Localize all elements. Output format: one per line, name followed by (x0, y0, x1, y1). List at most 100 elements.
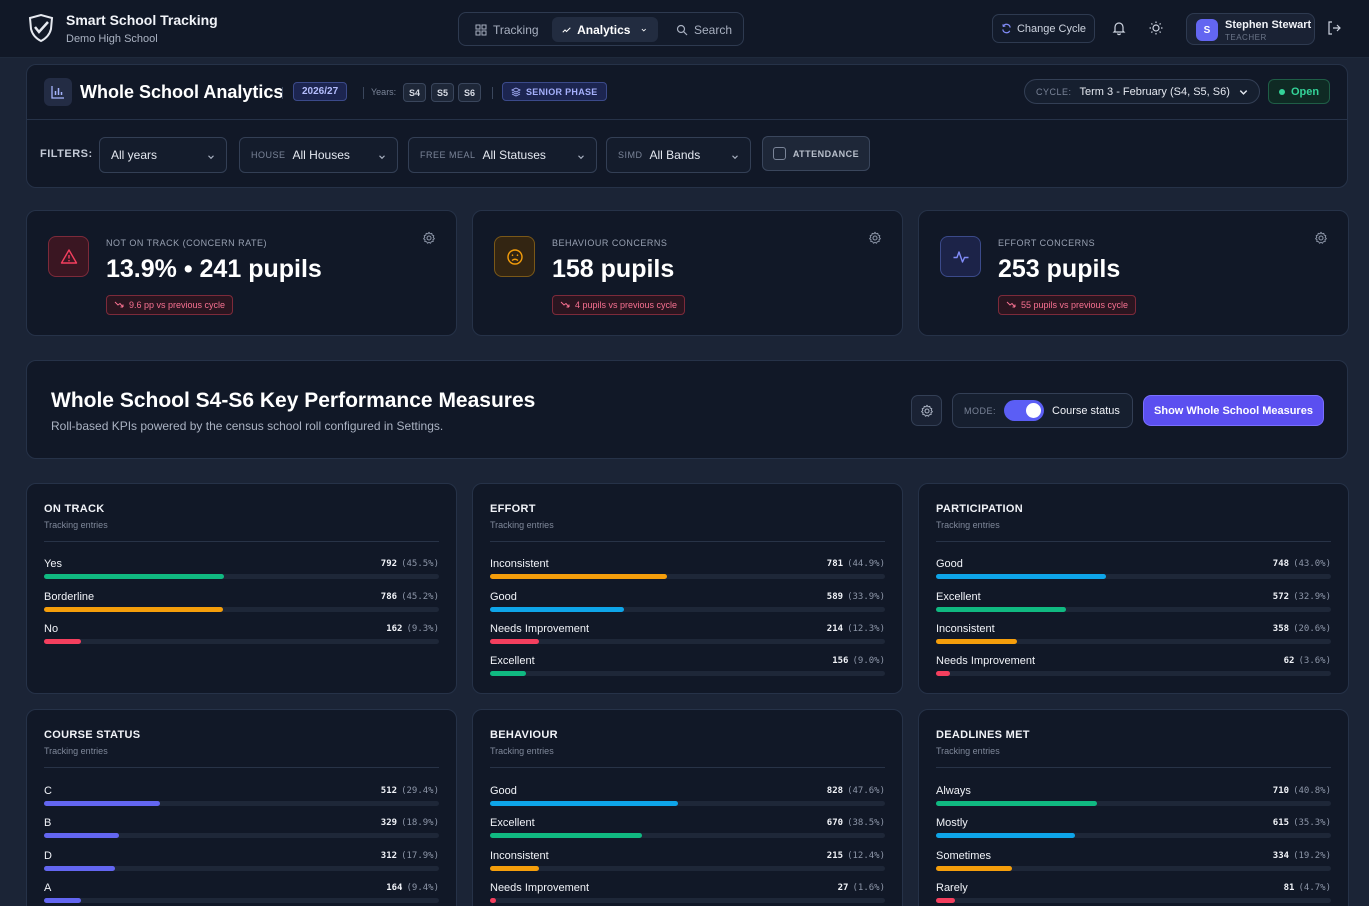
year-pill-s5[interactable]: S5 (431, 83, 454, 102)
measure-row-count: 589 (826, 592, 844, 602)
year-pill-s4[interactable]: S4 (403, 83, 426, 102)
measure-row-count: 786 (380, 592, 398, 602)
progress-track (936, 574, 1331, 579)
nav-analytics[interactable]: Analytics (552, 17, 658, 42)
measure-row-pct: (12.3%) (847, 624, 885, 634)
measure-row-count: 215 (826, 851, 844, 861)
progress-fill (936, 574, 1106, 579)
divider (44, 767, 439, 768)
divider (936, 541, 1331, 542)
progress-track (936, 639, 1331, 644)
measure-row: Needs Improvement 214 (12.3%) (490, 623, 885, 645)
change-cycle-button[interactable]: Change Cycle (992, 14, 1095, 43)
measure-row-value: 786 (45.2%) (381, 592, 439, 602)
free-meal-filter[interactable]: FREE MEAL All Statuses (408, 137, 597, 173)
mode-toggle[interactable] (1004, 400, 1045, 421)
progress-track (44, 574, 439, 579)
progress-track (936, 801, 1331, 806)
measure-row-value: 334 (19.2%) (1273, 851, 1331, 861)
measure-row-count: 710 (1272, 786, 1290, 796)
stat-label: EFFORT CONCERNS (998, 238, 1096, 248)
measure-row-label: Needs Improvement (936, 655, 1036, 667)
gear-icon[interactable] (868, 231, 882, 245)
measure-row-count: 62 (1283, 656, 1295, 666)
progress-track (44, 866, 439, 871)
divider (936, 767, 1331, 768)
measure-row: Excellent 670 (38.5%) (490, 817, 885, 839)
notifications-button[interactable] (1108, 17, 1130, 39)
measure-row-value: 215 (12.4%) (827, 851, 885, 861)
measure-row-pct: (33.9%) (847, 592, 885, 602)
measure-row-count: 214 (826, 624, 844, 634)
measure-subtitle: Tracking entries (44, 746, 108, 756)
change-cycle-label: Change Cycle (1016, 22, 1087, 35)
measure-title: ON TRACK (44, 503, 105, 515)
stat-card-not-on-track: NOT ON TRACK (CONCERN RATE) 13.9% • 241 … (26, 210, 457, 336)
measure-row-value: 572 (32.9%) (1273, 592, 1331, 602)
measure-row: Needs Improvement 27 (1.6%) (490, 882, 885, 904)
nav-tracking[interactable]: Tracking (465, 17, 549, 42)
measure-row-count: 792 (380, 559, 398, 569)
progress-fill (44, 607, 223, 612)
house-filter-key: HOUSE (251, 150, 286, 160)
attendance-checkbox[interactable] (772, 147, 786, 160)
measure-card: EFFORT Tracking entries Inconsistent 781 (44… (472, 483, 903, 694)
measure-row-label: C (44, 785, 52, 797)
theme-toggle-button[interactable] (1145, 17, 1167, 39)
measure-row-count: 81 (1283, 883, 1295, 893)
measure-row: Inconsistent 215 (12.4%) (490, 850, 885, 872)
divider (27, 119, 1347, 120)
progress-fill (490, 898, 497, 903)
cycle-value: Term 3 - February (S4, S5, S6) (1079, 85, 1230, 98)
attendance-toggle[interactable]: ATTENDANCE (762, 136, 870, 171)
progress-fill (490, 833, 643, 838)
kpi-settings-button[interactable] (911, 395, 942, 426)
progress-track (490, 574, 885, 579)
refresh-icon (1002, 23, 1011, 34)
analytics-header: Whole School Analytics 2026/27 Years: S4… (26, 64, 1348, 188)
progress-track (490, 607, 885, 612)
measure-row-label: Good (936, 558, 963, 570)
gear-icon[interactable] (1314, 231, 1328, 245)
grid-icon (475, 24, 487, 35)
divider (282, 87, 283, 99)
measure-row-pct: (19.2%) (1293, 851, 1331, 861)
measure-row-count: 512 (380, 786, 398, 796)
measure-row-value: 162 (9.3%) (386, 624, 439, 634)
user-menu[interactable]: S Stephen Stewart TEACHER (1186, 13, 1315, 45)
measure-row-value: 792 (45.5%) (381, 559, 439, 569)
trending-down-icon (560, 301, 570, 308)
gear-icon[interactable] (422, 231, 436, 245)
measure-row-label: No (44, 623, 59, 635)
mode-value: Course status (1052, 404, 1120, 417)
attendance-label: ATTENDANCE (792, 148, 860, 159)
logout-icon[interactable] (1326, 20, 1342, 36)
progress-track (490, 639, 885, 644)
measure-row-label: Good (490, 785, 517, 797)
shield-logo-icon[interactable] (26, 13, 56, 43)
measure-row-pct: (18.9%) (401, 818, 439, 828)
show-whole-school-measures-button[interactable]: Show Whole School Measures (1143, 395, 1324, 426)
progress-fill (44, 833, 119, 838)
progress-fill (936, 639, 1018, 644)
activity-pulse-icon (940, 236, 981, 277)
mode-switch[interactable]: MODE: Course status (952, 393, 1133, 428)
measure-row-label: Excellent (490, 655, 535, 667)
measure-row-value: 781 (44.9%) (827, 559, 885, 569)
measure-title: BEHAVIOUR (490, 729, 558, 741)
measure-title: DEADLINES MET (936, 729, 1030, 741)
kpi-banner: Whole School S4-S6 Key Performance Measu… (26, 360, 1348, 459)
measure-row-count: 781 (826, 559, 844, 569)
progress-track (490, 866, 885, 871)
cycle-select[interactable]: CYCLE: Term 3 - February (S4, S5, S6) (1024, 79, 1260, 104)
house-filter[interactable]: HOUSE All Houses (239, 137, 398, 173)
measure-row-pct: (43.0%) (1293, 559, 1331, 569)
years-filter[interactable]: All years (99, 137, 227, 173)
nav-search[interactable]: Search (666, 17, 742, 42)
avatar: S (1196, 19, 1218, 41)
measure-row-pct: (45.5%) (401, 559, 439, 569)
year-pill-s6[interactable]: S6 (458, 83, 481, 102)
simd-filter[interactable]: SIMD All Bands (606, 137, 751, 173)
measure-title: EFFORT (490, 503, 536, 515)
status-badge: Open (1268, 79, 1330, 104)
